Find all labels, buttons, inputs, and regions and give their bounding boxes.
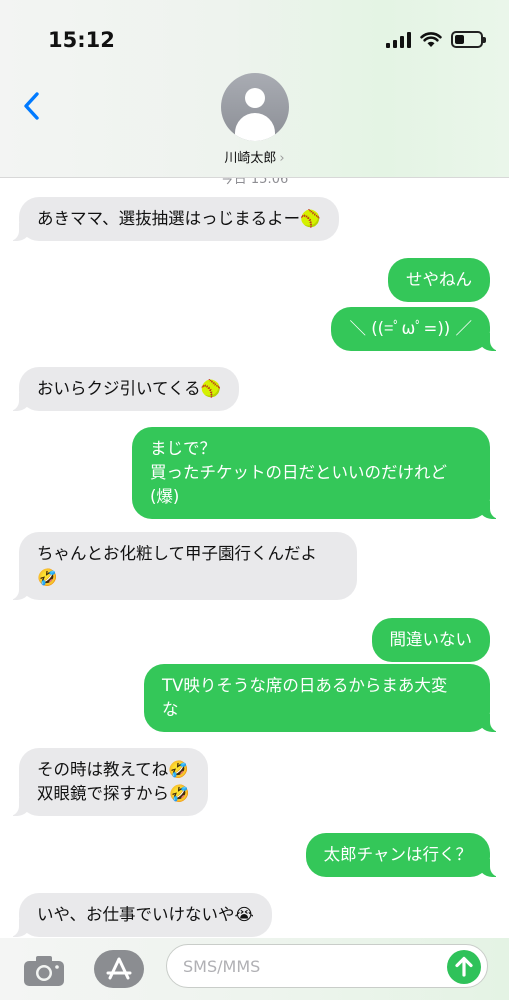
composer-bar (0, 938, 509, 1000)
message-received[interactable]: おいらクジ引いてくる🥎 (8, 367, 240, 411)
message-sent[interactable]: まじで？ 買ったチケットの日だといいのだけれど (爆) (132, 427, 500, 519)
message-input-container[interactable] (166, 944, 488, 988)
message-received[interactable]: いや、お仕事でいけないや😭 (9, 893, 272, 937)
message-sent[interactable]: 太郎チャンは行く？ (305, 833, 501, 877)
chevron-right-icon: › (279, 151, 285, 166)
cellular-signal-icon (386, 31, 411, 48)
message-input[interactable] (183, 945, 443, 987)
app-store-icon (106, 957, 132, 980)
contact-name: 川崎太郎 (224, 151, 277, 166)
status-time: 15:12 (48, 28, 115, 52)
status-icons (386, 31, 486, 48)
message-sent[interactable]: ＼ ((=ﾟωﾟ=)) ／ (331, 307, 500, 351)
back-button[interactable] (18, 88, 48, 124)
app-store-button[interactable] (94, 950, 144, 988)
send-button[interactable] (447, 950, 481, 984)
message-received[interactable]: あきママ、選抜抽選はっじまるよー🥎 (9, 197, 339, 241)
message-sent[interactable]: 間違いない (371, 618, 490, 662)
wifi-icon (420, 31, 442, 48)
message-received[interactable]: ちゃんとお化粧して甲子園行くんだよ 🤣 (9, 532, 357, 600)
message-received[interactable]: その時は教えてね🤣 双眼鏡で探すから🤣 (9, 748, 208, 816)
conversation-header: 15:12 川崎太郎 › (0, 0, 509, 178)
arrow-up-icon (455, 956, 473, 977)
person-icon (245, 88, 265, 108)
camera-icon (24, 956, 64, 986)
camera-button[interactable] (22, 953, 66, 987)
message-sent[interactable]: せやねん (388, 258, 490, 302)
chevron-left-icon (24, 92, 39, 120)
battery-icon (451, 31, 486, 48)
message-sent[interactable]: TV映りそうな席の日あるからまあ大変 な (144, 664, 500, 732)
contact-avatar[interactable] (221, 73, 289, 141)
contact-name-button[interactable]: 川崎太郎 › (0, 147, 509, 166)
